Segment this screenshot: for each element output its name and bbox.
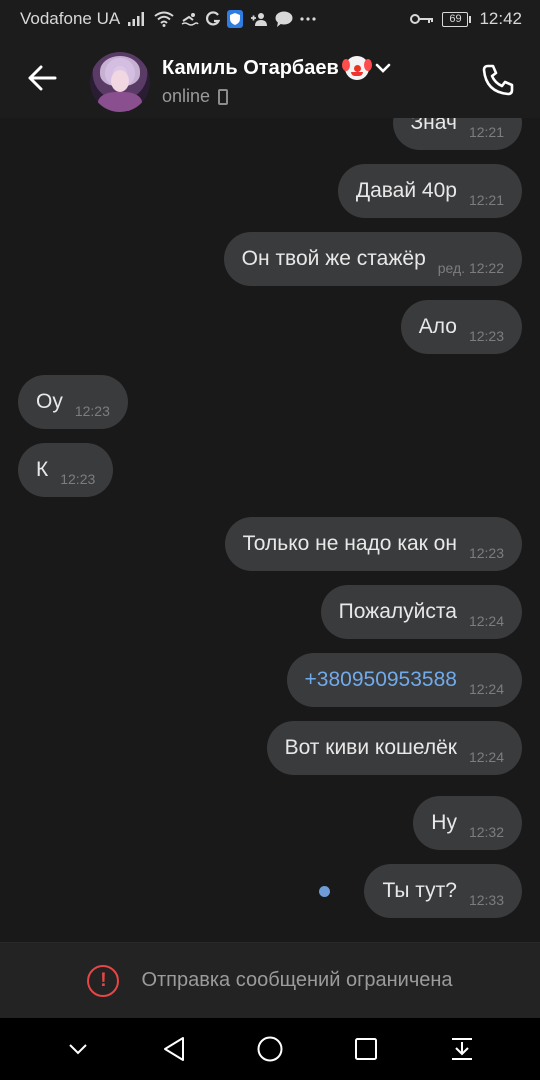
add-contact-icon	[250, 12, 268, 26]
battery-icon: 69	[442, 11, 472, 27]
clock: 12:42	[479, 9, 522, 28]
message-time: 12:23	[468, 545, 504, 561]
avatar[interactable]	[90, 52, 150, 112]
message-time: 12:33	[468, 892, 504, 908]
message-text: Он твой же стажёр	[241, 247, 426, 270]
wifi-icon	[154, 11, 174, 27]
phone-call-icon	[482, 64, 514, 96]
message-text: Ну	[431, 811, 457, 834]
message-bubble[interactable]: Ну 12:32	[413, 796, 522, 850]
message-bubble[interactable]: Давай 40р 12:21	[337, 164, 522, 218]
chevron-down-icon	[69, 1044, 87, 1055]
home-circle-icon	[257, 1036, 283, 1062]
message-bubble[interactable]: Только не надо как он 12:23	[224, 517, 522, 571]
message-time: 12:23	[60, 471, 96, 487]
message-text: Ты тут?	[382, 879, 457, 902]
message-text: К	[36, 458, 49, 481]
message-text: Вот киви кошелёк	[284, 736, 457, 759]
message-time: 12:23	[74, 403, 110, 419]
message-time: 12:32	[468, 824, 504, 840]
message-bubble[interactable]: Пожалуйста 12:24	[320, 585, 522, 639]
system-navigation-bar	[0, 1018, 540, 1080]
mobile-phone-icon	[218, 88, 229, 105]
recents-square-icon	[355, 1038, 377, 1060]
phone-number-link[interactable]: +380950953588	[287, 668, 457, 692]
shield-icon	[227, 10, 244, 28]
carrier-name: Vodafone UA	[20, 9, 121, 28]
unread-indicator	[319, 886, 330, 897]
nav-notifications-button[interactable]	[440, 1027, 484, 1071]
message-bubble[interactable]: Ты тут? 12:33	[364, 864, 522, 918]
nav-home-button[interactable]	[248, 1027, 292, 1071]
restriction-text: Отправка сообщений ограничена	[141, 969, 453, 991]
message-bubble[interactable]: Он твой же стажёр ред. 12:22	[223, 232, 522, 286]
signal-icon	[127, 11, 147, 27]
message-time: 12:24	[468, 613, 504, 629]
message-text: Оу	[36, 390, 63, 413]
nav-recents-button[interactable]	[344, 1027, 388, 1071]
chat-icon	[275, 11, 293, 27]
chat-header: Камиль Отарбаев online	[0, 38, 540, 118]
message-text: Пожалуйста	[338, 600, 457, 623]
arrow-left-icon	[28, 65, 57, 91]
message-bubble[interactable]: К 12:23	[18, 443, 114, 497]
swimmer-icon	[181, 12, 199, 26]
message-list[interactable]: Знач 12:21 Давай 40р 12:21 Он твой же ст…	[0, 118, 540, 942]
message-time: 12:23	[468, 328, 504, 344]
battery-level: 69	[442, 11, 469, 27]
messaging-restricted-bar: ! Отправка сообщений ограничена	[0, 942, 540, 1018]
more-icon	[300, 16, 316, 22]
g-icon	[206, 11, 221, 27]
message-bubble[interactable]: Знач 12:21	[392, 118, 522, 150]
message-bubble[interactable]: Ало 12:23	[400, 300, 522, 354]
message-text: Только не надо как он	[242, 532, 457, 555]
message-text: Ало	[418, 315, 457, 338]
hide-nav-button[interactable]	[56, 1027, 100, 1071]
key-icon	[410, 13, 434, 25]
contact-status-row: online	[162, 86, 229, 107]
chevron-down-icon	[375, 63, 391, 73]
message-time: 12:24	[468, 681, 504, 697]
alert-circle-icon: !	[87, 964, 120, 997]
message-bubble[interactable]: +380950953588 12:24	[286, 653, 522, 707]
message-text: Давай 40р	[355, 179, 457, 202]
status-bar: Vodafone UA 69 12:42	[0, 0, 540, 38]
message-bubble[interactable]: Вот киви кошелёк 12:24	[266, 721, 522, 775]
message-time: 12:21	[468, 124, 504, 140]
contact-name-row[interactable]: Камиль Отарбаев	[162, 56, 391, 80]
contact-name: Камиль Отарбаев	[162, 56, 339, 79]
message-time: ред. 12:22	[437, 260, 504, 276]
message-time: 12:21	[468, 192, 504, 208]
message-text: Знач	[410, 118, 457, 134]
clown-emoji-icon	[341, 56, 372, 80]
back-triangle-icon	[164, 1037, 184, 1061]
message-bubble[interactable]: Оу 12:23	[18, 375, 128, 429]
call-button[interactable]	[478, 60, 518, 100]
nav-back-button[interactable]	[152, 1027, 196, 1071]
online-status: online	[162, 86, 211, 106]
back-button[interactable]	[22, 62, 62, 94]
message-time: 12:24	[468, 749, 504, 765]
notifications-pull-icon	[452, 1038, 472, 1060]
